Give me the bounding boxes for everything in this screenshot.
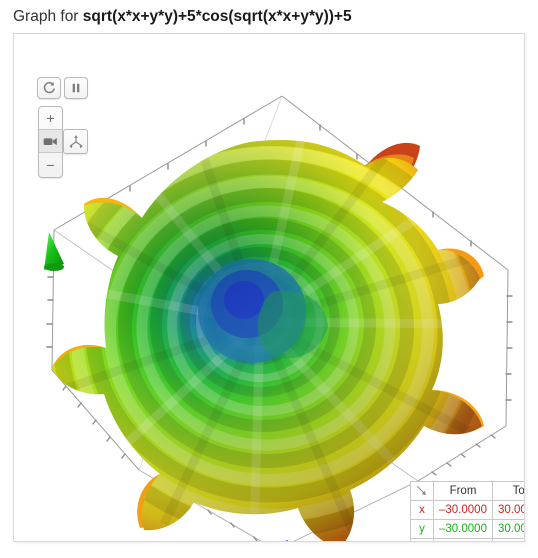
camera-button[interactable] — [39, 130, 62, 153]
cell-z-from: 0.855746 — [433, 538, 493, 541]
page-title-formula: sqrt(x*x+y*y)+5*cos(sqrt(x*x+y*y))+5 — [82, 8, 352, 25]
minus-icon: − — [46, 156, 55, 173]
plus-icon: + — [46, 110, 55, 126]
row-axis-label-x: x — [410, 500, 434, 520]
cell-x-to: 30.0000 — [491, 500, 524, 520]
surface-plot-canvas[interactable] — [14, 34, 524, 541]
diagonal-arrow-icon — [416, 485, 426, 496]
row-axis-label-y: y — [410, 519, 434, 539]
camera-icon — [43, 137, 57, 145]
table-header-row: From To — [410, 481, 524, 501]
cell-y-from: –30.0000 — [433, 519, 493, 539]
pause-icon — [72, 83, 80, 93]
zoom-control-cluster[interactable]: + − — [38, 106, 63, 178]
axes-rotate-button[interactable] — [63, 129, 88, 154]
table-row: x –30.0000 30.0000 — [410, 500, 524, 520]
zoom-in-button[interactable]: + — [39, 107, 62, 130]
cell-x-from: –30.0000 — [433, 500, 493, 520]
table-corner-cell — [410, 481, 434, 501]
zoom-out-button[interactable]: − — [39, 153, 62, 176]
cell-z-to: 52.6281 — [491, 538, 524, 541]
row-axis-label-z: z — [410, 538, 434, 541]
axis-marker-z — [284, 540, 288, 541]
table-row: y –30.0000 30.0000 — [410, 519, 524, 539]
column-header-from: From — [433, 481, 493, 501]
graph-page: Graph for sqrt(x*x+y*y)+5*cos(sqrt(x*x+y… — [0, 0, 538, 558]
plot-panel[interactable]: + − From To x –30.0000 30.0 y –30.0000 3… — [13, 33, 525, 542]
table-row: z 0.855746 52.6281 — [410, 538, 524, 541]
column-header-to: To — [491, 481, 524, 501]
cell-y-to: 30.0000 — [491, 519, 524, 539]
surface-mesh — [52, 140, 484, 541]
page-title: Graph for sqrt(x*x+y*y)+5*cos(sqrt(x*x+y… — [13, 6, 525, 30]
surface-ridges — [52, 140, 482, 541]
refresh-icon — [43, 82, 55, 94]
pause-button[interactable] — [64, 77, 88, 99]
axis-range-table: From To x –30.0000 30.0000 y –30.0000 30… — [410, 481, 524, 541]
refresh-button[interactable] — [37, 77, 61, 99]
page-title-prefix: Graph for — [13, 8, 83, 25]
axes-move-icon — [68, 134, 83, 148]
